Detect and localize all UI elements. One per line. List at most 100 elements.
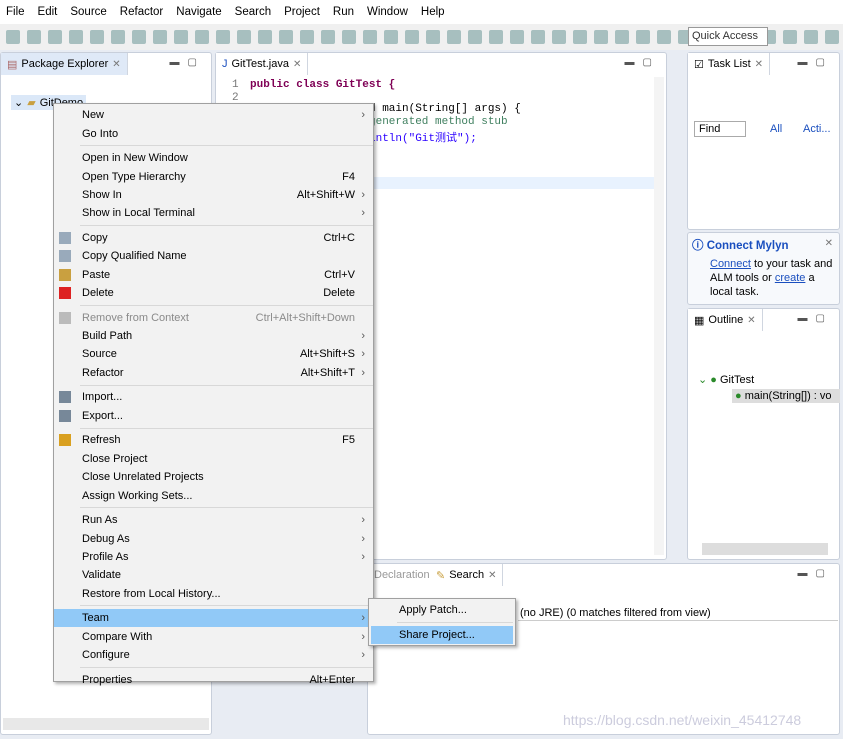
menu-item-compare-with[interactable]: Compare With › <box>54 627 373 645</box>
menu-file[interactable]: File <box>6 6 25 18</box>
menu-refactor[interactable]: Refactor <box>120 6 163 18</box>
menu-item-open-type-hierarchy[interactable]: Open Type Hierarchy F4 <box>54 167 373 185</box>
toolbar-button-icon[interactable] <box>573 30 587 44</box>
menu-run[interactable]: Run <box>333 6 354 18</box>
menu-item-debug-as[interactable]: Debug As › <box>54 529 373 547</box>
toolbar-button-icon[interactable] <box>132 30 146 44</box>
toolbar-button-icon[interactable] <box>615 30 629 44</box>
menu-item-delete[interactable]: Delete Delete <box>54 284 373 302</box>
horizontal-scrollbar[interactable] <box>3 718 209 730</box>
tab-outline[interactable]: ▦ Outline ✕ <box>688 309 763 331</box>
quick-access-input[interactable]: Quick Access <box>688 27 768 46</box>
menu-item-properties[interactable]: Properties Alt+Enter <box>54 670 373 688</box>
close-icon[interactable]: ✕ <box>825 238 833 249</box>
toolbar-button-icon[interactable] <box>489 30 503 44</box>
close-icon[interactable]: ✕ <box>488 570 496 581</box>
toolbar-button-icon[interactable] <box>510 30 524 44</box>
toolbar-button-icon[interactable] <box>153 30 167 44</box>
toolbar-button-icon[interactable] <box>531 30 545 44</box>
menu-item-apply-patch[interactable]: Apply Patch... <box>371 601 513 619</box>
toolbar-button-icon[interactable] <box>447 30 461 44</box>
activate-link[interactable]: Acti... <box>803 123 831 135</box>
menu-window[interactable]: Window <box>367 6 408 18</box>
toolbar-button-icon[interactable] <box>825 30 839 44</box>
connect-link[interactable]: Connect <box>710 258 751 270</box>
toolbar-button-icon[interactable] <box>321 30 335 44</box>
minimize-maximize-buttons[interactable]: ▬▢ <box>798 313 833 324</box>
toolbar-button-icon[interactable] <box>216 30 230 44</box>
toolbar-button-icon[interactable] <box>69 30 83 44</box>
tab-task-list[interactable]: ☑ Task List ✕ <box>688 53 771 75</box>
menu-item-share-project[interactable]: Share Project... <box>371 625 513 644</box>
all-link[interactable]: All <box>770 123 782 135</box>
toolbar-button-icon[interactable] <box>657 30 671 44</box>
tab-declaration[interactable]: Declaration <box>368 564 437 586</box>
menu-item-close-project[interactable]: Close Project <box>54 450 373 468</box>
create-link[interactable]: create <box>775 272 806 284</box>
menu-item-restore-from-local-history[interactable]: Restore from Local History... <box>54 585 373 603</box>
menu-item-go-into[interactable]: Go Into <box>54 124 373 142</box>
toolbar-button-icon[interactable] <box>363 30 377 44</box>
toolbar-button-icon[interactable] <box>783 30 797 44</box>
toolbar-button-icon[interactable] <box>237 30 251 44</box>
menu-item-new[interactable]: New › <box>54 106 373 124</box>
menu-item-profile-as[interactable]: Profile As › <box>54 548 373 566</box>
toolbar-button-icon[interactable] <box>384 30 398 44</box>
toolbar-button-icon[interactable] <box>636 30 650 44</box>
toolbar-button-icon[interactable] <box>552 30 566 44</box>
menu-help[interactable]: Help <box>421 6 445 18</box>
menu-item-import[interactable]: Import... <box>54 388 373 406</box>
menu-item-copy[interactable]: Copy Ctrl+C <box>54 229 373 247</box>
toolbar-button-icon[interactable] <box>804 30 818 44</box>
close-icon[interactable]: ✕ <box>293 59 301 70</box>
toolbar-button-icon[interactable] <box>27 30 41 44</box>
menu-edit[interactable]: Edit <box>38 6 58 18</box>
toolbar-button-icon[interactable] <box>48 30 62 44</box>
menu-item-refactor[interactable]: Refactor Alt+Shift+T › <box>54 364 373 382</box>
toolbar-button-icon[interactable] <box>594 30 608 44</box>
close-icon[interactable]: ✕ <box>112 59 120 70</box>
menu-item-remove-from-context[interactable]: Remove from Context Ctrl+Alt+Shift+Down <box>54 308 373 326</box>
outline-item-class[interactable]: ⌄ ● GitTest <box>698 373 754 386</box>
toolbar-button-icon[interactable] <box>405 30 419 44</box>
menu-navigate[interactable]: Navigate <box>176 6 221 18</box>
vertical-scrollbar[interactable] <box>654 77 664 555</box>
toolbar-button-icon[interactable] <box>195 30 209 44</box>
close-icon[interactable]: ✕ <box>747 315 755 326</box>
toolbar-button-icon[interactable] <box>6 30 20 44</box>
toolbar-button-icon[interactable] <box>279 30 293 44</box>
menu-item-export[interactable]: Export... <box>54 407 373 425</box>
menu-item-copy-qualified-name[interactable]: Copy Qualified Name <box>54 247 373 265</box>
menu-item-team[interactable]: Team › <box>54 609 373 628</box>
toolbar-button-icon[interactable] <box>90 30 104 44</box>
menu-item-build-path[interactable]: Build Path › <box>54 327 373 345</box>
menu-item-configure[interactable]: Configure › <box>54 646 373 664</box>
menu-item-assign-working-sets[interactable]: Assign Working Sets... <box>54 486 373 504</box>
tab-package-explorer[interactable]: ▤ Package Explorer ✕ <box>1 53 128 75</box>
toolbar-button-icon[interactable] <box>426 30 440 44</box>
horizontal-scrollbar[interactable] <box>702 543 828 555</box>
menu-source[interactable]: Source <box>70 6 106 18</box>
menu-item-open-in-new-window[interactable]: Open in New Window <box>54 149 373 167</box>
tab-search[interactable]: ✎ Search ✕ <box>430 564 504 586</box>
menu-search[interactable]: Search <box>235 6 271 18</box>
menu-project[interactable]: Project <box>284 6 320 18</box>
minimize-maximize-buttons[interactable]: ▬▢ <box>798 57 833 68</box>
close-icon[interactable]: ✕ <box>755 59 763 70</box>
menu-item-paste[interactable]: Paste Ctrl+V <box>54 266 373 284</box>
minimize-maximize-buttons[interactable]: ▬▢ <box>170 57 205 68</box>
menu-item-show-in-local-terminal[interactable]: Show in Local Terminal › <box>54 204 373 222</box>
minimize-maximize-buttons[interactable]: ▬▢ <box>798 568 833 579</box>
toolbar-button-icon[interactable] <box>174 30 188 44</box>
toolbar-button-icon[interactable] <box>342 30 356 44</box>
outline-item-method[interactable]: ● main(String[]) : vo <box>732 389 840 403</box>
menu-item-show-in[interactable]: Show In Alt+Shift+W › <box>54 186 373 204</box>
minimize-maximize-buttons[interactable]: ▬▢ <box>625 57 660 68</box>
toolbar-button-icon[interactable] <box>468 30 482 44</box>
menu-item-close-unrelated-projects[interactable]: Close Unrelated Projects <box>54 468 373 486</box>
toolbar-button-icon[interactable] <box>111 30 125 44</box>
menu-item-source[interactable]: Source Alt+Shift+S › <box>54 345 373 363</box>
menu-item-validate[interactable]: Validate <box>54 566 373 584</box>
toolbar-button-icon[interactable] <box>300 30 314 44</box>
tab-gittest-java[interactable]: J GitTest.java ✕ <box>216 53 309 75</box>
